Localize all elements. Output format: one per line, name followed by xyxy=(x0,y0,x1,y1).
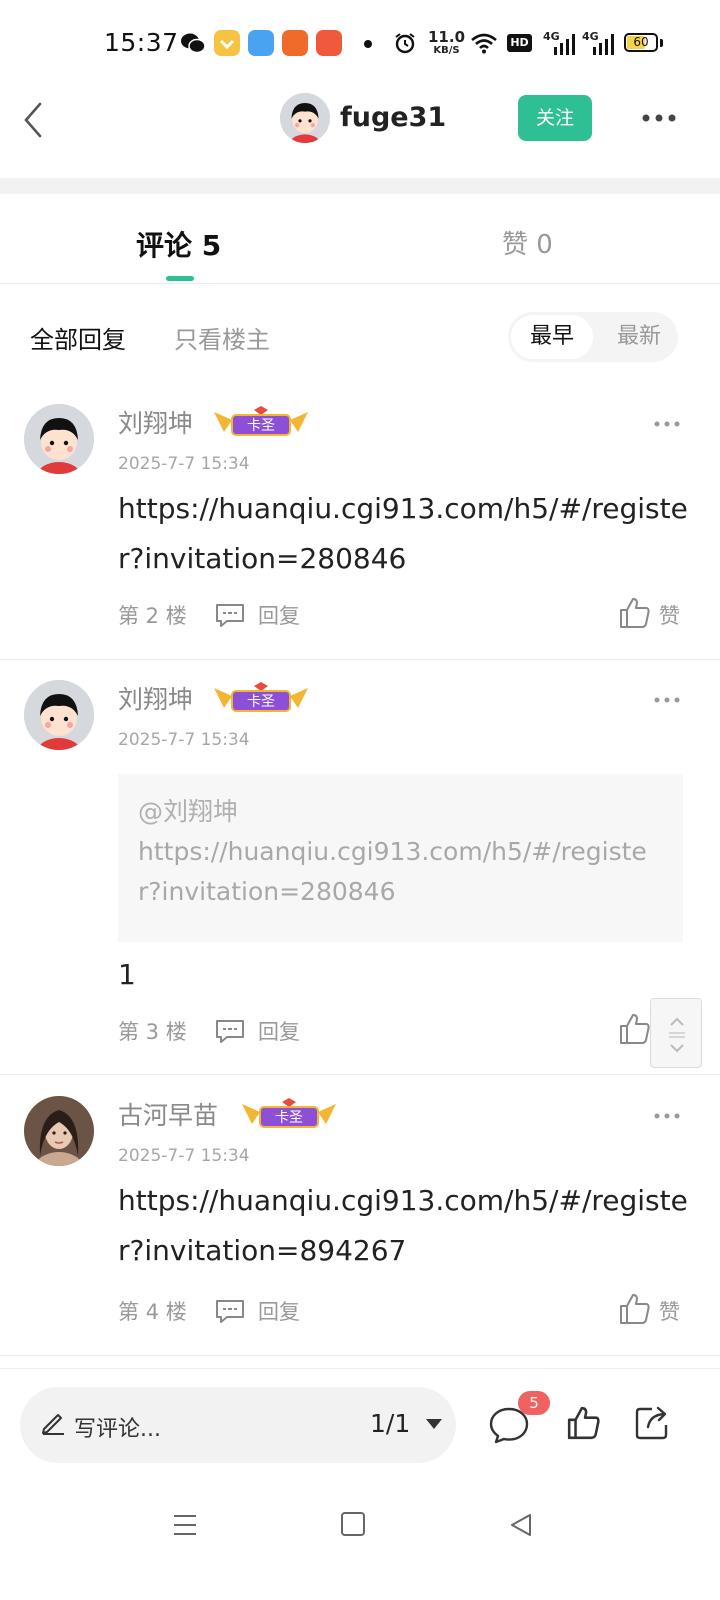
system-back-icon[interactable] xyxy=(508,1512,534,1538)
wechat-icon xyxy=(180,30,206,56)
wifi-icon xyxy=(470,32,498,58)
section-divider xyxy=(0,178,720,194)
filter-row: 全部回复 只看楼主 最早 最新 xyxy=(0,284,720,384)
comment-date: 2025-7-7 15:34 xyxy=(118,730,250,750)
thumbs-up-icon[interactable] xyxy=(618,1012,652,1046)
avatar[interactable] xyxy=(24,404,94,474)
status-time: 15:37 xyxy=(104,28,179,57)
follow-button[interactable]: 关注 xyxy=(518,95,592,141)
signal-icon xyxy=(554,34,575,55)
floor-number: 第 2 楼 xyxy=(118,604,187,628)
recent-apps-icon[interactable] xyxy=(172,1512,198,1538)
write-comment-input[interactable]: 写评论... 1/1 xyxy=(20,1387,456,1463)
battery-icon: 60 xyxy=(624,33,658,52)
net-speed: 11.0 KB/S xyxy=(428,28,466,57)
app-icon xyxy=(282,30,308,56)
tab-likes[interactable]: 赞 0 xyxy=(502,224,553,261)
reply-button[interactable]: 回复 xyxy=(258,1296,300,1326)
avatar[interactable] xyxy=(24,680,94,750)
comment-date: 2025-7-7 15:34 xyxy=(118,1146,250,1166)
reply-icon[interactable] xyxy=(214,1298,246,1324)
pencil-icon xyxy=(42,1414,64,1435)
comment-item: 古河早苗 卡圣 2025-7-7 15:34 https://huanqiu.c… xyxy=(0,1076,720,1356)
comment-more-icon[interactable] xyxy=(654,696,680,704)
compose-placeholder: 写评论... xyxy=(74,1417,161,1442)
floor-number: 第 3 楼 xyxy=(118,1020,187,1044)
author-avatar[interactable] xyxy=(280,93,330,143)
net-speed-value: 11.0 xyxy=(428,28,466,46)
comment-footer: 第 3 楼 回复 赞 xyxy=(118,1012,688,1052)
badge-label: 卡圣 xyxy=(275,1110,303,1126)
reply-icon[interactable] xyxy=(214,1018,246,1044)
signal-icon xyxy=(593,34,614,55)
comment-more-icon[interactable] xyxy=(654,420,680,428)
notification-dot-icon xyxy=(364,40,372,48)
quote-mention: @刘翔坤 xyxy=(138,797,239,826)
hd-icon: HD xyxy=(507,34,532,52)
system-nav-bar xyxy=(0,1480,720,1600)
scroll-handle[interactable] xyxy=(650,998,702,1068)
filter-all-replies[interactable]: 全部回复 xyxy=(30,320,126,355)
level-badge-icon: 卡圣 xyxy=(214,406,308,436)
share-icon[interactable] xyxy=(632,1403,672,1443)
top-nav-bar: fuge31 关注 xyxy=(0,88,720,178)
chevron-down-icon[interactable] xyxy=(426,1419,442,1429)
comment-item: 刘翔坤 卡圣 2025-7-7 15:34 @刘翔坤 https://huanq… xyxy=(0,660,720,1075)
comment-more-icon[interactable] xyxy=(654,1112,680,1120)
comment-author[interactable]: 刘翔坤 xyxy=(118,404,193,440)
comment-author[interactable]: 古河早苗 xyxy=(118,1096,218,1132)
level-badge-icon: 卡圣 xyxy=(242,1098,336,1128)
badge-label: 卡圣 xyxy=(247,418,275,434)
comment-content: https://huanqiu.cgi913.com/h5/#/register… xyxy=(118,1184,688,1267)
like-button[interactable]: 赞 xyxy=(659,600,680,630)
quote-text: https://huanqiu.cgi913.com/h5/#/register… xyxy=(138,837,647,906)
reply-button[interactable]: 回复 xyxy=(258,1016,300,1046)
battery-level: 60 xyxy=(633,35,649,49)
comment-item: 刘翔坤 卡圣 2025-7-7 15:34 https://huanqiu.cg… xyxy=(0,384,720,660)
bottom-action-bar: 写评论... 1/1 5 xyxy=(0,1368,720,1480)
sort-latest-button[interactable]: 最新 xyxy=(606,315,672,359)
filter-owner-only[interactable]: 只看楼主 xyxy=(174,320,270,355)
more-options-icon[interactable] xyxy=(640,108,680,128)
alarm-icon xyxy=(393,31,417,59)
tab-comments[interactable]: 评论 5 xyxy=(136,224,221,264)
badge-label: 卡圣 xyxy=(247,694,275,710)
thumbs-up-icon[interactable] xyxy=(566,1405,602,1441)
home-icon[interactable] xyxy=(341,1512,365,1536)
comment-footer: 第 2 楼 回复 赞 xyxy=(118,596,688,636)
thumbs-up-icon[interactable] xyxy=(618,596,652,630)
avatar[interactable] xyxy=(24,1096,94,1166)
reply-button[interactable]: 回复 xyxy=(258,600,300,630)
quoted-comment[interactable]: @刘翔坤 https://huanqiu.cgi913.com/h5/#/reg… xyxy=(118,774,683,942)
level-badge-icon: 卡圣 xyxy=(214,682,308,712)
floor-number: 第 4 楼 xyxy=(118,1300,187,1324)
comment-footer: 第 4 楼 回复 赞 xyxy=(118,1292,688,1332)
comment-content: https://huanqiu.cgi913.com/h5/#/register… xyxy=(118,492,688,575)
comment-count-badge: 5 xyxy=(518,1391,550,1415)
page-indicator[interactable]: 1/1 xyxy=(370,1409,410,1438)
sort-toggle: 最早 最新 xyxy=(508,312,678,362)
net-speed-unit: KB/S xyxy=(433,45,460,56)
comment-author[interactable]: 刘翔坤 xyxy=(118,680,193,716)
taobao-icon xyxy=(214,30,240,56)
app-icon xyxy=(316,30,342,56)
sort-earliest-button[interactable]: 最早 xyxy=(511,315,593,359)
author-username[interactable]: fuge31 xyxy=(340,102,446,133)
reply-icon[interactable] xyxy=(214,602,246,628)
status-bar: 15:37 11.0 KB/S HD 4G 4G 60 xyxy=(0,0,720,88)
tab-active-indicator xyxy=(166,276,194,281)
tab-bar: 评论 5 赞 0 xyxy=(0,194,720,284)
thumbs-up-icon[interactable] xyxy=(618,1292,652,1326)
back-arrow-icon[interactable] xyxy=(20,100,50,140)
browser-icon xyxy=(248,30,274,56)
like-button[interactable]: 赞 xyxy=(659,1296,680,1326)
comment-content: 1 xyxy=(118,958,136,991)
comment-date: 2025-7-7 15:34 xyxy=(118,454,250,474)
